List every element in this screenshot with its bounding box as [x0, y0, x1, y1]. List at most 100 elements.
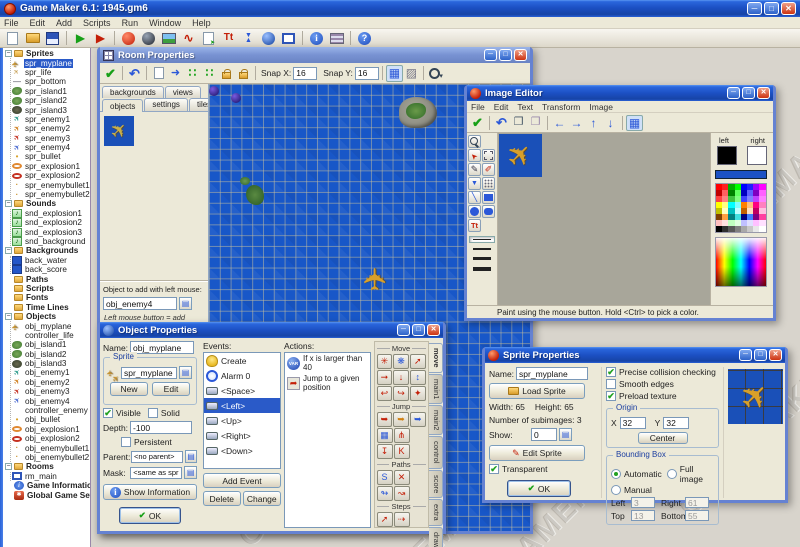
- sprite-close-button[interactable]: ✕: [769, 349, 782, 361]
- menu-add[interactable]: Add: [56, 18, 72, 28]
- action-path-position-button[interactable]: ↬: [377, 486, 393, 501]
- tree-node-paths[interactable]: Paths: [5, 274, 90, 283]
- action-jump-position[interactable]: Jump to a given position: [285, 373, 370, 393]
- line-width-3[interactable]: [469, 255, 495, 262]
- event-key-right[interactable]: <Right>: [204, 428, 280, 443]
- add-object-button[interactable]: [259, 30, 278, 47]
- tree-item-spr-bottom[interactable]: spr_bottom: [12, 77, 90, 86]
- image-menu-image[interactable]: Image: [589, 102, 613, 112]
- tree-node-global-game-settings[interactable]: Global Game Settings: [5, 490, 90, 499]
- action-speed-vertical-button[interactable]: ↓: [393, 370, 409, 385]
- tool-marquee-button[interactable]: [482, 149, 495, 162]
- current-color-bar[interactable]: [715, 170, 767, 179]
- action-tab-main1[interactable]: main1: [429, 374, 443, 404]
- tab-views[interactable]: views: [165, 86, 201, 98]
- action-path-speed-button[interactable]: ↝: [394, 486, 410, 501]
- tree-item-obj-enemy2[interactable]: obj_enemy2: [12, 378, 90, 387]
- menu-run[interactable]: Run: [122, 18, 139, 28]
- instance-ball[interactable]: [231, 93, 241, 103]
- mask-menu-button[interactable]: [184, 466, 197, 479]
- tool-line-button[interactable]: [468, 191, 481, 204]
- solid-checkbox[interactable]: [148, 408, 158, 418]
- menu-edit[interactable]: Edit: [30, 18, 46, 28]
- tree-item-rm-main[interactable]: rm_main: [12, 472, 90, 481]
- image-shift-right-button[interactable]: [568, 115, 585, 131]
- object-name-input[interactable]: [130, 341, 194, 354]
- sprite-minimize-button[interactable]: ─: [739, 349, 752, 361]
- next-subimage-button[interactable]: [559, 428, 572, 441]
- action-tab-draw[interactable]: draw: [429, 527, 443, 547]
- right-color-swatch[interactable]: [747, 146, 767, 165]
- add-path-button[interactable]: [179, 30, 198, 47]
- parent-menu-button[interactable]: [185, 450, 197, 463]
- action-tab-move[interactable]: move: [429, 343, 443, 373]
- mask-input[interactable]: [130, 467, 182, 479]
- add-room-button[interactable]: [279, 30, 298, 47]
- image-editor-titlebar[interactable]: Image Editor ─ □ ✕: [467, 85, 773, 101]
- image-menu-file[interactable]: File: [471, 102, 485, 112]
- tree-item-spr-enemy2[interactable]: spr_enemy2: [12, 124, 90, 133]
- tree-item-spr-island3[interactable]: spr_island3: [12, 105, 90, 114]
- image-minimize-button[interactable]: ─: [727, 87, 740, 99]
- room-lock-horizontal-button[interactable]: [218, 65, 235, 82]
- tool-text-button[interactable]: [468, 219, 481, 232]
- tree-item-spr-enemybullet1[interactable]: spr_enemybullet1: [12, 180, 90, 189]
- tool-pencil-button[interactable]: [468, 163, 481, 176]
- room-grid-toggle-button[interactable]: [386, 65, 403, 82]
- tree-item-back-water[interactable]: back_water: [12, 256, 90, 265]
- image-editor-canvas[interactable]: ✈: [498, 133, 710, 305]
- action-set-gravity-button[interactable]: ↕: [410, 370, 426, 385]
- tree-item-controller-life[interactable]: controller_life: [12, 331, 90, 340]
- image-shift-left-button[interactable]: [551, 115, 568, 131]
- add-sprite-button[interactable]: [119, 30, 138, 47]
- event-alarm-0[interactable]: Alarm 0: [204, 368, 280, 383]
- instance-island-large[interactable]: [399, 97, 437, 128]
- tool-eyedropper-button[interactable]: [468, 177, 481, 190]
- bbox-manual-radio[interactable]: [611, 485, 621, 495]
- action-tab-control[interactable]: control: [429, 436, 443, 469]
- action-reverse-horizontal-button[interactable]: ↩: [377, 386, 393, 401]
- resource-tree[interactable]: Spritesspr_myplanespr_lifespr_bottomspr_…: [3, 48, 91, 547]
- action-jump-to-position-button[interactable]: ➥: [377, 412, 393, 427]
- image-close-button[interactable]: ✕: [757, 87, 770, 99]
- image-undo-button[interactable]: [493, 115, 510, 131]
- load-sprite-button[interactable]: Load Sprite: [489, 383, 585, 399]
- room-properties-titlebar[interactable]: Room Properties ─ □ ✕: [100, 47, 530, 63]
- tree-item-snd-explosion3[interactable]: snd_explosion3: [12, 227, 90, 236]
- image-grid-toggle-button[interactable]: [626, 115, 643, 131]
- expander-icon[interactable]: [5, 313, 12, 320]
- tree-node-fonts[interactable]: Fonts: [5, 293, 90, 302]
- menu-scripts[interactable]: Scripts: [83, 18, 111, 28]
- sprite-image-cell[interactable]: ✈: [499, 134, 542, 177]
- action-set-friction-button[interactable]: ✦: [410, 386, 426, 401]
- tree-item-controller-enemy[interactable]: controller_enemy: [12, 406, 90, 415]
- tab-settings[interactable]: settings: [144, 98, 188, 111]
- depth-input[interactable]: [130, 421, 192, 434]
- expander-icon[interactable]: [5, 463, 12, 470]
- object-close-button[interactable]: ✕: [427, 324, 440, 336]
- object-add-input[interactable]: [103, 297, 177, 310]
- add-font-button[interactable]: [219, 30, 238, 47]
- tree-item-obj-enemy1[interactable]: obj_enemy1: [12, 368, 90, 377]
- object-ok-button[interactable]: ✔ OK: [119, 507, 181, 524]
- snap-y-input[interactable]: [355, 67, 379, 80]
- gradient-color-picker[interactable]: [715, 237, 767, 287]
- tree-item-obj-island2[interactable]: obj_island2: [12, 350, 90, 359]
- left-color-swatch[interactable]: [717, 146, 737, 165]
- room-zoom-menu-button[interactable]: [427, 65, 444, 82]
- edit-sprite-button[interactable]: Edit: [152, 382, 190, 396]
- object-menu-button[interactable]: [179, 297, 192, 310]
- expander-icon[interactable]: [5, 200, 12, 207]
- tool-rounded-rectangle-button[interactable]: [482, 205, 495, 218]
- tool-ellipse-button[interactable]: [468, 205, 481, 218]
- tree-item-spr-myplane[interactable]: spr_myplane: [12, 58, 90, 67]
- actions-list[interactable]: If x is larger than 40Jump to a given po…: [284, 352, 371, 528]
- tree-item-obj-island1[interactable]: obj_island1: [12, 340, 90, 349]
- line-width-4[interactable]: [469, 265, 495, 273]
- action-bounce-button[interactable]: K: [394, 444, 410, 459]
- show-information-button[interactable]: Show Information: [103, 484, 197, 500]
- bbox-right-input[interactable]: [685, 497, 709, 508]
- object-sprite-input[interactable]: [121, 367, 177, 379]
- room-maximize-button[interactable]: □: [499, 49, 512, 61]
- help-button[interactable]: [355, 30, 374, 47]
